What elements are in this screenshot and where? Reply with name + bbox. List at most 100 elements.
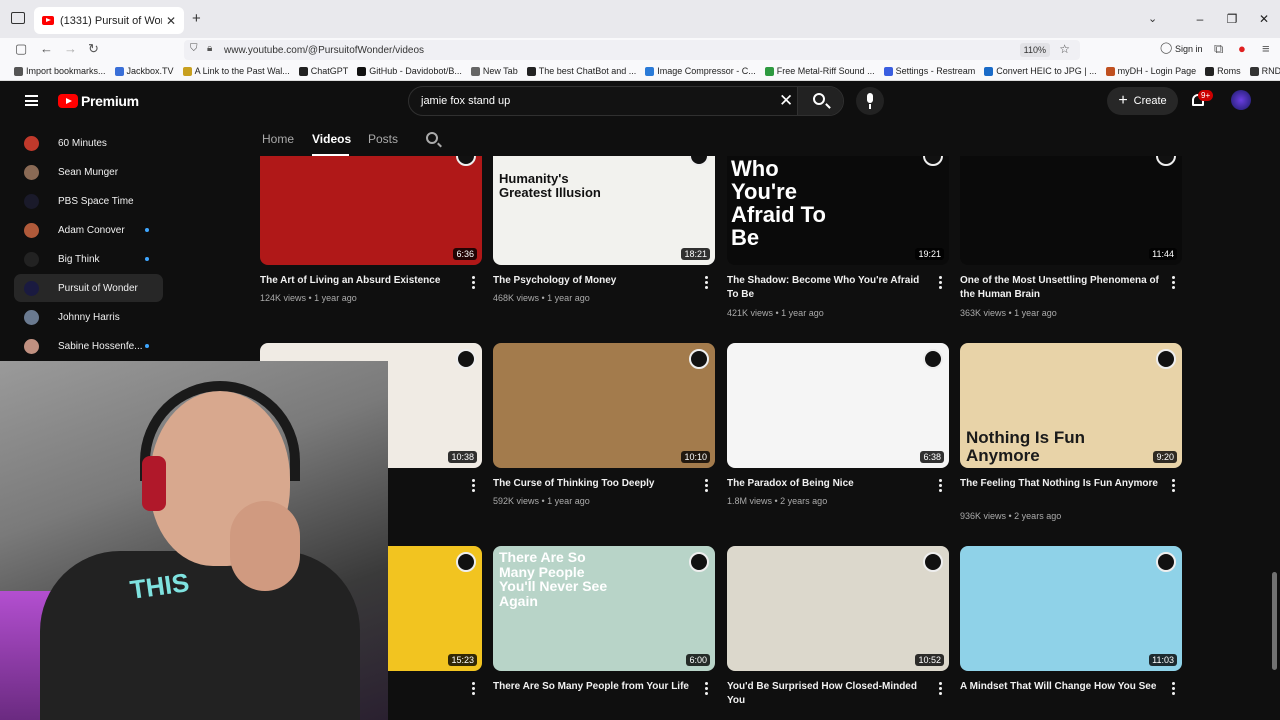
youtube-logo-icon[interactable] <box>58 94 78 108</box>
create-button[interactable]: + Create <box>1107 87 1178 115</box>
bookmark-item[interactable]: Jackbox.TV <box>114 66 174 76</box>
video-title[interactable]: The Shadow: Become Who You're Afraid To … <box>727 274 932 302</box>
tab-videos[interactable]: Videos <box>312 132 351 146</box>
channel-watermark-icon <box>456 552 476 572</box>
bookmark-favicon-icon <box>357 66 367 76</box>
search-button[interactable] <box>797 87 843 115</box>
sidebar-channel-label: 60 Minutes <box>58 137 107 149</box>
video-thumbnail[interactable]: 6:38 <box>727 343 949 468</box>
more-options-icon[interactable] <box>1172 276 1175 289</box>
new-tab-button[interactable]: + <box>192 10 201 27</box>
video-title[interactable]: You'd Be Surprised How Closed-Minded You <box>727 680 932 708</box>
bookmark-item[interactable]: RND - Tournament M... <box>1249 66 1280 76</box>
more-options-icon[interactable] <box>705 682 708 695</box>
bookmark-item[interactable]: Free Metal-Riff Sound ... <box>764 66 875 76</box>
search-input[interactable]: jamie fox stand up <box>421 95 510 107</box>
channel-search-icon[interactable] <box>426 132 438 144</box>
tab-close-icon[interactable]: ✕ <box>166 14 176 28</box>
video-thumbnail[interactable]: Nothing Is Fun Anymore 9:20 <box>960 343 1182 468</box>
menu-icon[interactable]: ≡ <box>1262 41 1270 56</box>
bookmark-item[interactable]: Roms <box>1205 66 1241 76</box>
video-thumbnail[interactable]: 10:10 <box>493 343 715 468</box>
search-box[interactable]: jamie fox stand up ✕ <box>408 86 844 116</box>
video-thumbnail[interactable]: 11:44 <box>960 156 1182 265</box>
sign-in-link[interactable]: Sign in <box>1175 44 1203 54</box>
more-options-icon[interactable] <box>472 276 475 289</box>
youtube-header: Premium jamie fox stand up ✕ + Create 9+ <box>0 81 1280 121</box>
bookmark-label: Image Compressor - C... <box>657 66 756 76</box>
bookmark-item[interactable]: Import bookmarks... <box>14 66 106 76</box>
bookmark-item[interactable]: Convert HEIC to JPG | ... <box>984 66 1097 76</box>
forward-arrow-icon[interactable]: → <box>64 41 77 56</box>
video-thumbnail[interactable]: Humanity's Greatest Illusion 18:21 <box>493 156 715 265</box>
video-metadata: 468K views • 1 year ago <box>493 293 590 303</box>
video-title[interactable]: One of the Most Unsettling Phenomena of … <box>960 274 1165 302</box>
lock-icon[interactable]: 🔒︎ <box>207 43 212 54</box>
extension-record-icon[interactable]: ● <box>1238 41 1246 56</box>
bookmark-item[interactable]: The best ChatBot and ... <box>526 66 636 76</box>
bookmark-label: New Tab <box>482 66 518 76</box>
more-options-icon[interactable] <box>472 479 475 492</box>
video-title[interactable]: The Paradox of Being Nice <box>727 477 932 491</box>
account-icon[interactable]: ◯ <box>1160 41 1172 54</box>
video-thumbnail[interactable]: Become Who You're Afraid To Be 19:21 <box>727 156 949 265</box>
more-options-icon[interactable] <box>705 276 708 289</box>
more-options-icon[interactable] <box>939 479 942 492</box>
channel-watermark-icon <box>456 349 476 369</box>
bookmark-star-icon[interactable]: ☆ <box>1059 42 1070 56</box>
video-duration: 10:10 <box>681 451 710 463</box>
bookmark-item[interactable]: Settings - Restream <box>883 66 975 76</box>
sidebar-toggle-icon[interactable]: ▢ <box>15 41 27 57</box>
bookmark-favicon-icon <box>645 66 655 76</box>
browser-tab-active[interactable]: (1331) Pursuit of Wonder - YouT ✕ <box>34 7 184 34</box>
channel-watermark-icon <box>1156 552 1176 572</box>
address-bar[interactable]: ⛉ 🔒︎ www.youtube.com/@PursuitofWonder/vi… <box>184 40 1080 60</box>
channel-watermark-icon <box>1156 349 1176 369</box>
tab-home[interactable]: Home <box>262 132 294 146</box>
tab-posts[interactable]: Posts <box>368 132 398 146</box>
channel-watermark-icon <box>456 156 476 166</box>
bookmark-label: ChatGPT <box>310 66 349 76</box>
tab-list-icon[interactable] <box>11 12 25 24</box>
video-title[interactable]: The Art of Living an Absurd Existence <box>260 274 465 288</box>
back-arrow-icon[interactable]: ← <box>40 41 53 56</box>
video-title[interactable]: A Mindset That Will Change How You See <box>960 680 1165 694</box>
bookmark-item[interactable]: A Link to the Past Wal... <box>182 66 290 76</box>
bookmark-item[interactable]: ChatGPT <box>298 66 349 76</box>
video-thumbnail[interactable]: 11:03 <box>960 546 1182 671</box>
voice-search-mic-icon[interactable] <box>856 87 884 115</box>
zoom-level[interactable]: 110% <box>1019 43 1050 57</box>
video-title[interactable]: The Psychology of Money <box>493 274 698 288</box>
more-options-icon[interactable] <box>1172 479 1175 492</box>
minimize-button[interactable]: – <box>1184 12 1216 26</box>
user-avatar[interactable] <box>1231 90 1251 110</box>
sidebar-channel-item[interactable]: 60 Minutes <box>14 129 163 157</box>
reload-icon[interactable]: ↻ <box>88 41 99 57</box>
more-options-icon[interactable] <box>1172 682 1175 695</box>
tab-overflow-chevron-icon[interactable]: ⌄ <box>1148 12 1157 25</box>
shield-icon[interactable]: ⛉ <box>190 43 198 54</box>
extensions-icon[interactable]: ⧉ <box>1214 41 1223 57</box>
video-thumbnail[interactable]: 10:52 <box>727 546 949 671</box>
more-options-icon[interactable] <box>939 276 942 289</box>
hamburger-menu-icon[interactable] <box>25 95 38 106</box>
close-window-button[interactable]: ✕ <box>1248 12 1280 26</box>
bookmark-item[interactable]: Image Compressor - C... <box>645 66 756 76</box>
youtube-premium-logo[interactable]: Premium <box>81 93 139 109</box>
video-thumbnail[interactable]: 6:36 <box>260 156 482 265</box>
clear-search-icon[interactable]: ✕ <box>779 91 793 111</box>
more-options-icon[interactable] <box>939 682 942 695</box>
page-scrollbar[interactable] <box>1272 572 1277 670</box>
video-title[interactable]: There Are So Many People from Your Life <box>493 680 698 694</box>
video-metadata: 592K views • 1 year ago <box>493 496 590 506</box>
bookmark-item[interactable]: New Tab <box>470 66 518 76</box>
tab-title: (1331) Pursuit of Wonder - YouT <box>60 14 162 27</box>
video-thumbnail[interactable]: There Are So Many People You'll Never Se… <box>493 546 715 671</box>
bookmark-item[interactable]: GitHub - Davidobot/B... <box>357 66 462 76</box>
more-options-icon[interactable] <box>472 682 475 695</box>
maximize-button[interactable]: ❐ <box>1216 12 1248 26</box>
more-options-icon[interactable] <box>705 479 708 492</box>
bookmark-item[interactable]: myDH - Login Page <box>1105 66 1196 76</box>
video-title[interactable]: The Curse of Thinking Too Deeply <box>493 477 698 491</box>
video-title[interactable]: The Feeling That Nothing Is Fun Anymore <box>960 477 1165 491</box>
